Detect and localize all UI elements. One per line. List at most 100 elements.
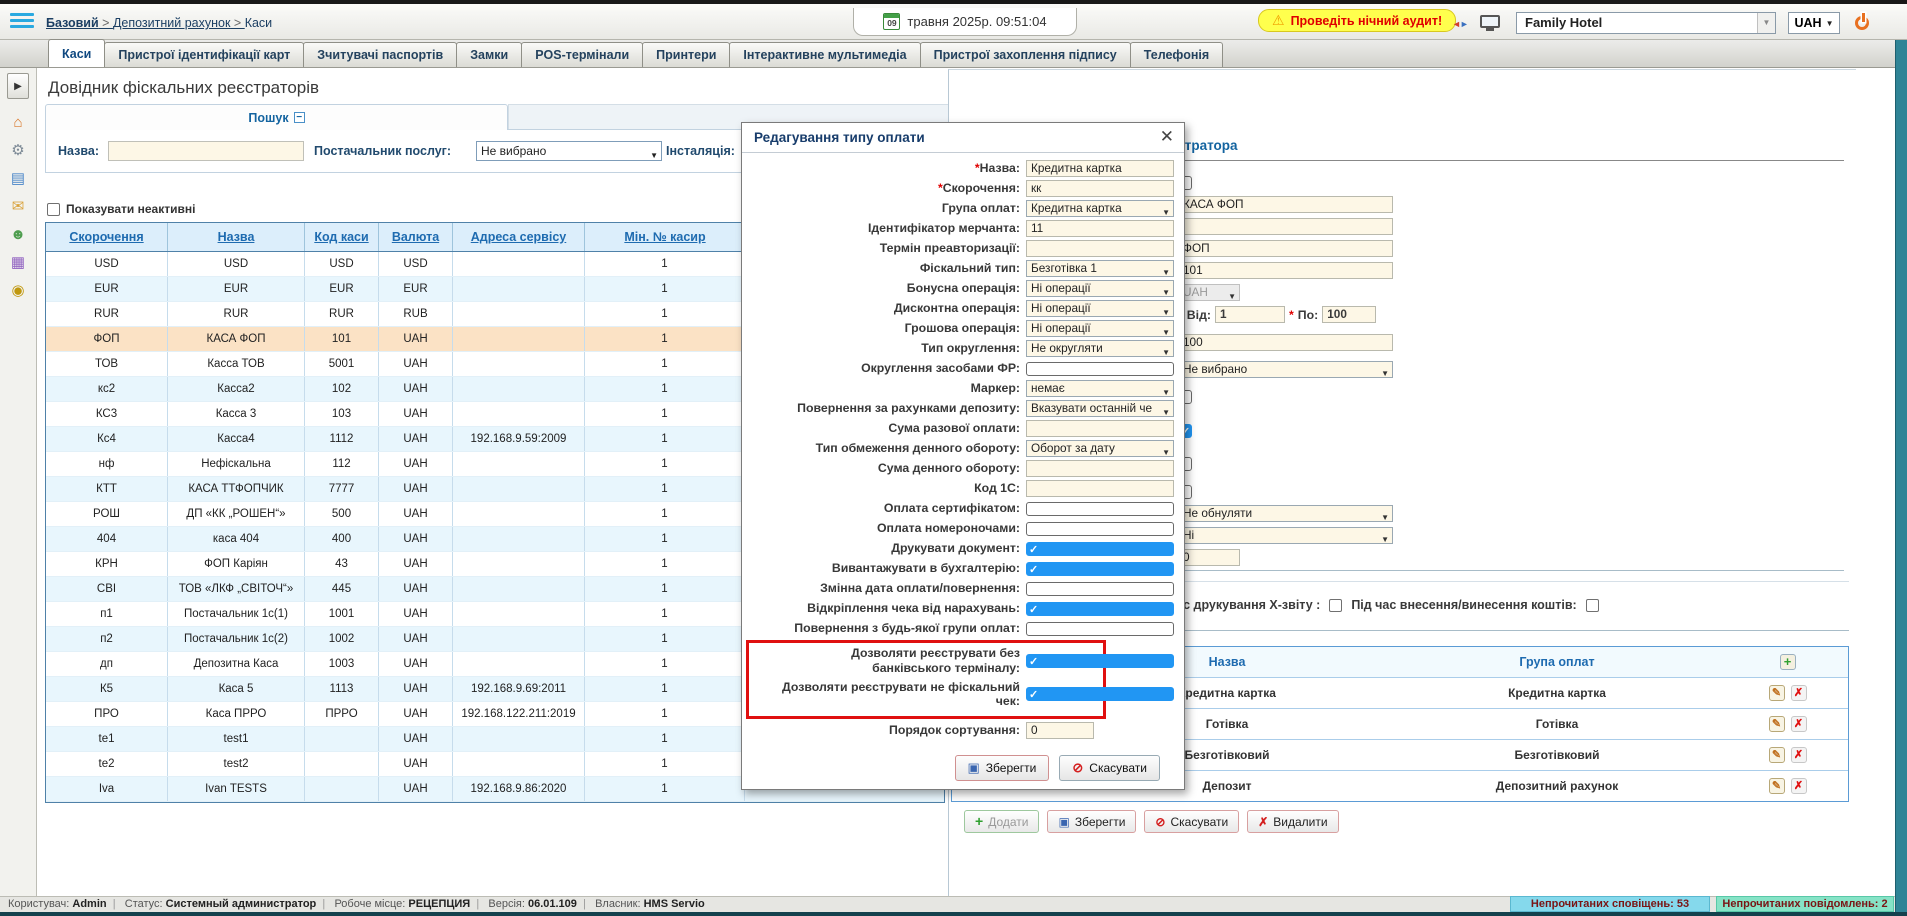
field-control[interactable]: 0 bbox=[1178, 549, 1240, 566]
module-tab[interactable]: Пристрої ідентифікації карт bbox=[104, 42, 304, 67]
right-scroll-strip[interactable] bbox=[1895, 40, 1907, 912]
field-control[interactable]: ФОП bbox=[1178, 240, 1393, 257]
column-header[interactable]: Адреса сервісу bbox=[453, 223, 585, 251]
panel-button[interactable]: Додати bbox=[964, 810, 1039, 833]
field-control[interactable] bbox=[1026, 562, 1174, 576]
field-control[interactable]: Вказувати останній че bbox=[1026, 400, 1174, 417]
field-control[interactable] bbox=[1026, 362, 1174, 376]
field-control[interactable] bbox=[1178, 218, 1393, 235]
unread-notifications-badge[interactable]: Непрочитаних сповіщень: 53 bbox=[1510, 896, 1710, 912]
field-control[interactable] bbox=[1026, 240, 1174, 257]
sidebar-expand-icon[interactable]: ▶ bbox=[7, 73, 29, 99]
unread-messages-badge[interactable]: Непрочитаних повідомлень: 2 bbox=[1716, 896, 1894, 912]
module-tab[interactable]: Зчитувачі паспортів bbox=[303, 42, 457, 67]
edit-payment-icon[interactable] bbox=[1769, 685, 1785, 701]
field-control[interactable]: 11 bbox=[1026, 220, 1174, 237]
sidebar-icon[interactable]: ☻ bbox=[0, 221, 36, 249]
cash-io-checkbox[interactable] bbox=[1586, 599, 1599, 612]
currency-select[interactable]: UAH ▼ bbox=[1788, 12, 1840, 34]
edit-payment-icon[interactable] bbox=[1769, 778, 1785, 794]
field-control[interactable]: КАСА ФОП bbox=[1178, 196, 1393, 213]
name-filter-input[interactable] bbox=[108, 141, 304, 161]
breadcrumb-item[interactable]: Каси bbox=[245, 16, 272, 30]
save-button[interactable]: ▣ Зберегти bbox=[955, 755, 1050, 781]
field-control[interactable] bbox=[1026, 480, 1174, 497]
module-tab[interactable]: POS-термінали bbox=[521, 42, 643, 67]
breadcrumb-item[interactable]: Базовий bbox=[46, 16, 113, 30]
module-tab[interactable]: Пристрої захоплення підпису bbox=[920, 42, 1131, 67]
module-tab[interactable]: Замки bbox=[456, 42, 522, 67]
module-tab[interactable]: Інтерактивне мультимедіа bbox=[729, 42, 920, 67]
field-control[interactable]: 101 bbox=[1178, 262, 1393, 279]
module-tab[interactable]: Принтери bbox=[642, 42, 730, 67]
field-control[interactable] bbox=[1026, 522, 1174, 536]
cancel-button[interactable]: ⊘ Скасувати bbox=[1059, 755, 1160, 781]
module-tab[interactable]: Телефонія bbox=[1130, 42, 1223, 67]
field-control[interactable] bbox=[1026, 420, 1174, 437]
range-from-input[interactable]: 1 bbox=[1215, 306, 1285, 323]
field-control[interactable]: Кредитна картка bbox=[1026, 160, 1174, 177]
field-control[interactable] bbox=[1026, 460, 1174, 477]
sidebar-icon[interactable]: ▦ bbox=[0, 249, 36, 277]
field-control[interactable] bbox=[1026, 602, 1174, 616]
sidebar-icon[interactable]: ⌂ bbox=[0, 109, 36, 137]
delete-payment-icon[interactable] bbox=[1791, 716, 1807, 732]
delete-payment-icon[interactable] bbox=[1791, 778, 1807, 794]
field-control[interactable]: немає bbox=[1026, 380, 1174, 397]
chevron-down-icon[interactable]: ▼ bbox=[1757, 13, 1775, 33]
field-control[interactable]: 0 bbox=[1026, 722, 1094, 739]
edit-payment-icon[interactable] bbox=[1769, 716, 1785, 732]
column-header[interactable]: Код каси bbox=[305, 223, 379, 251]
field-control[interactable]: Ні операції bbox=[1026, 320, 1174, 337]
column-header[interactable]: Скорочення bbox=[46, 223, 168, 251]
column-header[interactable]: Валюта bbox=[379, 223, 453, 251]
delete-payment-icon[interactable] bbox=[1791, 747, 1807, 763]
field-control[interactable] bbox=[1026, 582, 1174, 596]
power-logout-icon[interactable] bbox=[1854, 13, 1872, 31]
field-control[interactable] bbox=[1026, 654, 1174, 668]
breadcrumb-item[interactable]: Депозитний рахунок bbox=[113, 16, 245, 30]
swap-arrows-icon[interactable]: ◄► bbox=[1452, 19, 1468, 29]
edit-payment-icon[interactable] bbox=[1769, 747, 1785, 763]
field-control[interactable] bbox=[1026, 502, 1174, 516]
field-control[interactable]: Ні bbox=[1178, 527, 1393, 544]
hotel-select[interactable]: Family Hotel ▼ bbox=[1516, 12, 1776, 34]
field-control[interactable]: Безготівка 1 bbox=[1026, 260, 1174, 277]
provider-filter-select[interactable]: Не вибрано bbox=[476, 141, 662, 161]
field-control[interactable]: кк bbox=[1026, 180, 1174, 197]
collapse-icon[interactable]: − bbox=[294, 112, 305, 123]
panel-button[interactable]: Зберегти bbox=[1047, 810, 1136, 833]
module-tab[interactable]: Каси bbox=[48, 39, 105, 67]
x-report-checkbox[interactable] bbox=[1329, 599, 1342, 612]
field-control[interactable]: 100 bbox=[1178, 334, 1393, 351]
show-inactive-checkbox[interactable] bbox=[47, 203, 60, 216]
field-control[interactable]: Не вибрано bbox=[1178, 361, 1393, 378]
delete-payment-icon[interactable] bbox=[1791, 685, 1807, 701]
panel-button[interactable]: Скасувати bbox=[1144, 810, 1239, 833]
panel-button[interactable]: Видалити bbox=[1247, 810, 1338, 833]
sidebar-icon[interactable]: ✉ bbox=[0, 193, 36, 221]
add-payment-icon[interactable] bbox=[1780, 654, 1796, 670]
sidebar-icon[interactable]: ◉ bbox=[0, 277, 36, 305]
field-control[interactable]: Не округляти bbox=[1026, 340, 1174, 357]
field-control[interactable] bbox=[1026, 687, 1174, 701]
field-control[interactable]: Оборот за дату bbox=[1026, 440, 1174, 457]
search-panel-tab[interactable]: Пошук − bbox=[45, 104, 508, 130]
night-audit-warning[interactable]: ⚠ Проведіть нічний аудит! bbox=[1258, 9, 1456, 32]
field-control[interactable]: Ні операції bbox=[1026, 300, 1174, 317]
range-to-input[interactable]: 100 bbox=[1322, 306, 1376, 323]
close-icon[interactable]: ✕ bbox=[1160, 127, 1174, 147]
field-control[interactable]: Ні операції bbox=[1026, 280, 1174, 297]
payment-group-header[interactable]: Група оплат bbox=[1387, 647, 1727, 677]
sidebar-icon[interactable]: ⚙ bbox=[0, 137, 36, 165]
workstation-icon[interactable] bbox=[1480, 15, 1500, 28]
column-header[interactable]: Мін. № касир bbox=[585, 223, 745, 251]
column-header[interactable]: Назва bbox=[168, 223, 305, 251]
menu-icon[interactable] bbox=[10, 13, 34, 31]
field-control[interactable]: Не обнуляти bbox=[1178, 505, 1393, 522]
field-control[interactable] bbox=[1026, 622, 1174, 636]
sidebar-icon[interactable]: ▤ bbox=[0, 165, 36, 193]
field-control[interactable]: UAH bbox=[1178, 284, 1240, 301]
field-control[interactable]: Кредитна картка bbox=[1026, 200, 1174, 217]
field-control[interactable] bbox=[1026, 542, 1174, 556]
